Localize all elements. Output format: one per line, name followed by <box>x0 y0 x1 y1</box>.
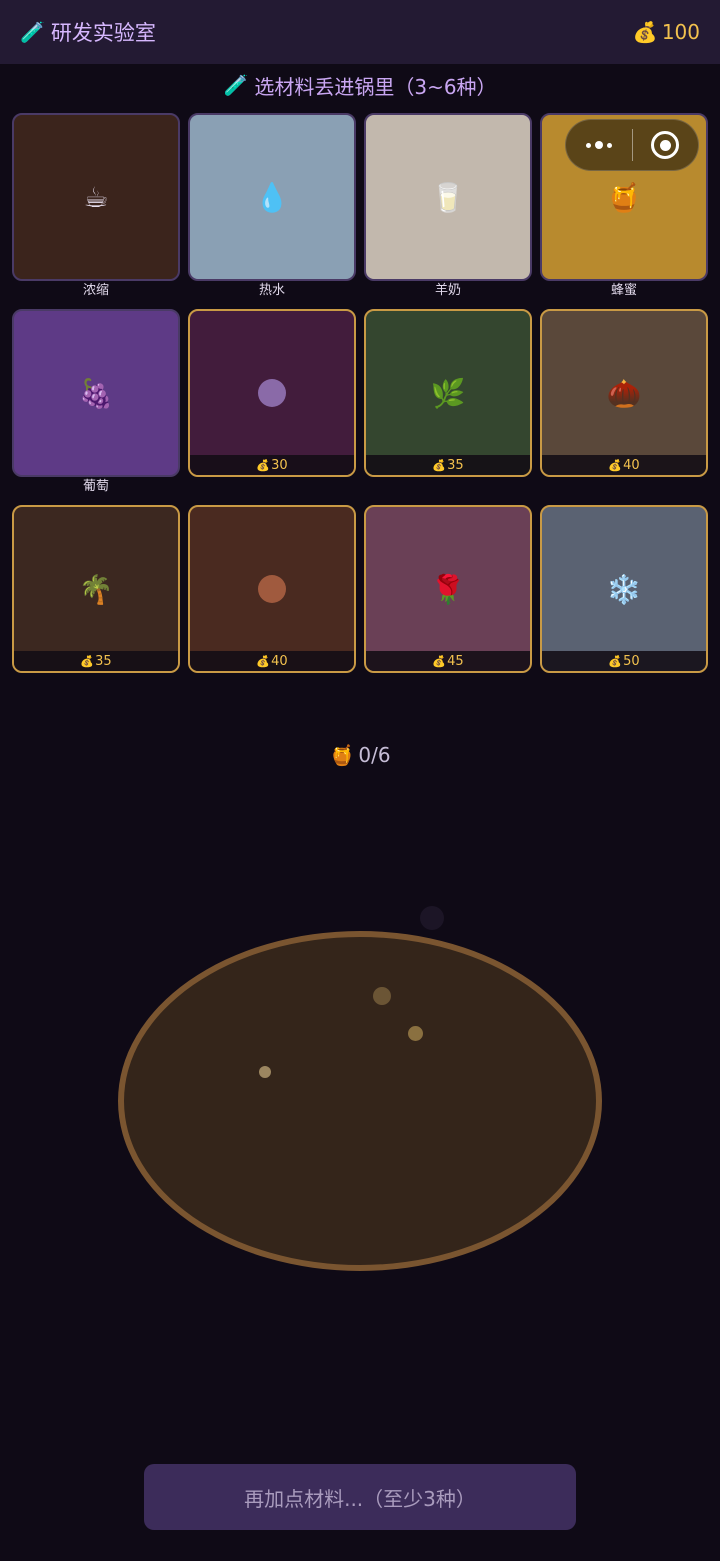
ingredient-card[interactable]: 💰 40 <box>188 505 356 673</box>
recipe-lab-screen: 🧪 研发实验室 💰 100 🧪 选材料丢进锅里（3~6种） ☕ 浓缩 💧 热水 🥛 羊奶 🍯… <box>0 0 720 1561</box>
brown-dot-icon <box>190 507 354 671</box>
money-bag-icon: 💰 <box>256 458 271 472</box>
ingredient-name: 葡萄 <box>82 479 109 494</box>
top-bar: 🧪 研发实验室 💰 100 <box>0 0 720 64</box>
test-tube-icon: 🧪 <box>20 20 45 44</box>
ingredient-name: 热水 <box>258 283 285 298</box>
price-tag: 💰 40 <box>190 651 354 671</box>
test-tube-icon: 🧪 <box>223 73 249 97</box>
ingredient-card[interactable]: 🍇 <box>12 309 180 477</box>
instruction: 🧪 选材料丢进锅里（3~6种） <box>0 70 720 100</box>
price-tag: 💰 30 <box>190 455 354 475</box>
page-title: 🧪 研发实验室 <box>20 17 156 47</box>
ingredient-card[interactable]: 💧 <box>188 113 356 281</box>
counter-text: 0/6 <box>358 743 391 767</box>
money-bag-icon: 💰 <box>432 458 447 472</box>
money-bag-icon: 💰 <box>80 654 95 668</box>
more-menu-button[interactable] <box>566 120 632 170</box>
price-value: 35 <box>95 653 112 669</box>
ingredient-name: 羊奶 <box>434 283 461 298</box>
ingredient-card[interactable]: 🌴 💰 35 <box>12 505 180 673</box>
price-tag: 💰 50 <box>542 651 706 671</box>
dot-icon <box>606 142 612 148</box>
ingredient-card[interactable]: 🌿 💰 35 <box>364 309 532 477</box>
snowflake-icon: ❄️ <box>606 572 642 606</box>
herb-icon: 🌿 <box>430 376 466 410</box>
ingredient-card[interactable]: 🌰 💰 40 <box>540 309 708 477</box>
money-bag-icon: 💰 <box>632 20 658 44</box>
price-value: 45 <box>447 653 464 669</box>
coin-balance: 💰 100 <box>633 20 700 44</box>
water-drop-icon: 💧 <box>254 180 290 214</box>
money-bag-icon: 💰 <box>608 458 623 472</box>
miniprogram-capsule <box>565 119 699 171</box>
price-value: 40 <box>623 457 640 473</box>
palm-tree-icon: 🌴 <box>78 572 114 606</box>
money-bag-icon: 💰 <box>608 654 623 668</box>
close-miniprogram-button[interactable] <box>633 120 699 170</box>
ingredient-card[interactable]: 🥛 <box>364 113 532 281</box>
price-value: 40 <box>271 653 288 669</box>
pot-bubble <box>408 1026 423 1041</box>
honey-pot-icon: 🍯 <box>329 743 355 767</box>
purple-dot-icon <box>190 311 354 475</box>
ingredient-card[interactable]: 💰 30 <box>188 309 356 477</box>
price-value: 50 <box>623 653 640 669</box>
rose-icon: 🌹 <box>430 572 466 606</box>
ingredient-name: 蜂蜜 <box>610 283 637 298</box>
ingredient-card[interactable]: ☕ <box>12 113 180 281</box>
pot-bubble <box>373 987 391 1005</box>
steam-bubble <box>420 906 444 930</box>
money-bag-icon: 💰 <box>432 654 447 668</box>
price-value: 30 <box>271 457 288 473</box>
ingredient-counter: 🍯 0/6 <box>0 740 720 770</box>
coffee-icon: ☕ <box>83 180 109 214</box>
grapes-icon: 🍇 <box>78 376 114 410</box>
price-tag: 💰 40 <box>542 455 706 475</box>
ingredient-card[interactable]: ❄️ 💰 50 <box>540 505 708 673</box>
chestnut-icon: 🌰 <box>606 376 642 410</box>
price-tag: 💰 45 <box>366 651 530 671</box>
price-tag: 💰 35 <box>366 455 530 475</box>
target-icon <box>651 131 680 159</box>
ingredient-card[interactable]: 🌹 💰 45 <box>364 505 532 673</box>
price-tag: 💰 35 <box>14 651 178 671</box>
money-bag-icon: 💰 <box>256 654 271 668</box>
milk-glass-icon: 🥛 <box>430 180 466 214</box>
mixing-pot[interactable] <box>118 931 602 1271</box>
brew-button[interactable]: 再加点材料...（至少3种） <box>144 1464 576 1530</box>
page-title-text: 研发实验室 <box>50 21 156 45</box>
pot-bubble <box>259 1066 271 1078</box>
price-value: 35 <box>447 457 464 473</box>
ingredient-name: 浓缩 <box>82 283 109 298</box>
dot-icon <box>585 142 591 148</box>
coin-amount: 100 <box>661 20 700 44</box>
dot-icon <box>594 141 603 149</box>
instruction-text: 选材料丢进锅里（3~6种） <box>254 74 497 99</box>
